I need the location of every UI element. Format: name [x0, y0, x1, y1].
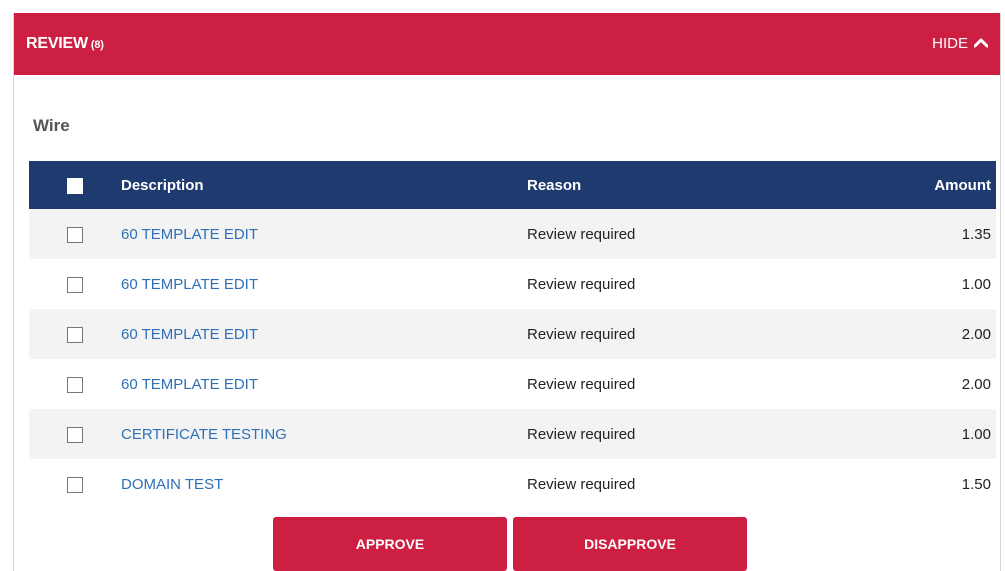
amount-cell: 1.00 — [961, 425, 991, 443]
action-buttons: APPROVE DISAPPROVE — [273, 517, 747, 571]
reason-cell: Review required — [527, 225, 636, 243]
review-table: Description Reason Amount 60 TEMPLATE ED… — [29, 161, 996, 509]
table-row: 60 TEMPLATE EDIT Review required 1.35 — [29, 209, 996, 259]
hide-label: HIDE — [932, 35, 968, 52]
table-header-row: Description Reason Amount — [29, 161, 996, 209]
disapprove-button[interactable]: DISAPPROVE — [513, 517, 747, 571]
row-checkbox[interactable] — [67, 326, 83, 343]
hide-toggle[interactable]: HIDE — [932, 35, 989, 52]
select-all-checkbox[interactable] — [67, 177, 83, 194]
reason-cell: Review required — [527, 325, 636, 343]
section-title: Wire — [33, 116, 70, 135]
review-panel: REVIEW (8) HIDE Wire Description Reason A… — [13, 13, 1001, 571]
row-checkbox[interactable] — [67, 426, 83, 443]
row-checkbox[interactable] — [67, 226, 83, 243]
column-header-description[interactable]: Description — [121, 161, 527, 209]
amount-cell: 2.00 — [961, 325, 991, 343]
table-row: 60 TEMPLATE EDIT Review required 2.00 — [29, 309, 996, 359]
row-checkbox[interactable] — [67, 276, 83, 293]
description-link[interactable]: 60 TEMPLATE EDIT — [121, 276, 258, 293]
column-header-reason[interactable]: Reason — [527, 161, 827, 209]
review-header: REVIEW (8) HIDE — [14, 13, 1000, 75]
review-count: (8) — [90, 39, 104, 51]
table-row: 60 TEMPLATE EDIT Review required 2.00 — [29, 359, 996, 409]
amount-cell: 1.00 — [961, 275, 991, 293]
reason-cell: Review required — [527, 475, 636, 493]
row-checkbox[interactable] — [67, 476, 83, 493]
table-row: 60 TEMPLATE EDIT Review required 1.00 — [29, 259, 996, 309]
review-title-text: REVIEW — [26, 35, 88, 52]
description-link[interactable]: 60 TEMPLATE EDIT — [121, 376, 258, 393]
column-header-amount[interactable]: Amount — [827, 161, 996, 209]
description-link[interactable]: DOMAIN TEST — [121, 476, 223, 493]
review-title: REVIEW (8) — [26, 35, 104, 53]
table-row: DOMAIN TEST Review required 1.50 — [29, 459, 996, 509]
amount-cell: 1.35 — [961, 225, 991, 243]
reason-cell: Review required — [527, 275, 636, 293]
amount-cell: 2.00 — [961, 375, 991, 393]
description-link[interactable]: 60 TEMPLATE EDIT — [121, 226, 258, 243]
row-checkbox[interactable] — [67, 376, 83, 393]
approve-button[interactable]: APPROVE — [273, 517, 507, 571]
table-row: CERTIFICATE TESTING Review required 1.00 — [29, 409, 996, 459]
description-link[interactable]: 60 TEMPLATE EDIT — [121, 326, 258, 343]
select-all-cell — [29, 161, 121, 209]
description-link[interactable]: CERTIFICATE TESTING — [121, 426, 287, 443]
reason-cell: Review required — [527, 375, 636, 393]
amount-cell: 1.50 — [961, 475, 991, 493]
reason-cell: Review required — [527, 425, 636, 443]
chevron-up-icon — [973, 35, 989, 52]
